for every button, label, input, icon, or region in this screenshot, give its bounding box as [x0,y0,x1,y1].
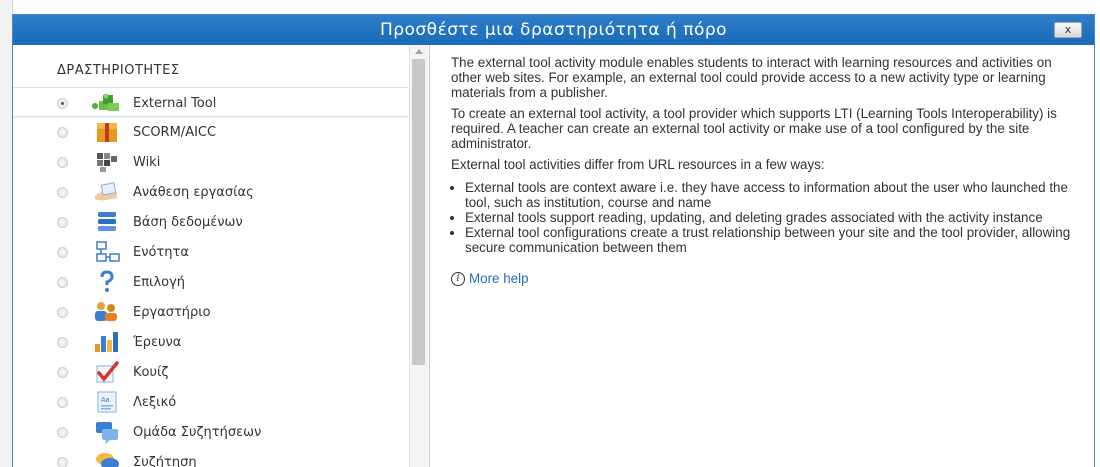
option-label: External Tool [133,96,217,111]
radio-button[interactable] [57,397,68,408]
scroll-up-icon[interactable] [415,49,423,54]
option-workshop[interactable]: Εργαστήριο [13,297,408,327]
activities-heading: ΔΡΑΣΤΗΡΙΟΤΗΤΕΣ [57,63,180,78]
option-glossary[interactable]: Aa Λεξικό [13,387,408,417]
radio-button[interactable] [57,127,68,138]
radio-button[interactable] [57,367,68,378]
description-paragraph: External tool activities differ from URL… [451,157,825,172]
radio-button[interactable] [57,98,68,109]
option-label: Επιλογή [133,275,186,290]
bullet-item: External tools support reading, updating… [465,210,1079,225]
radio-button[interactable] [57,217,68,228]
option-database[interactable]: Βάση δεδομένων [13,207,408,237]
option-label: Λεξικό [133,395,177,410]
option-label: Βάση δεδομένων [133,215,243,230]
option-lesson[interactable]: Ενότητα [13,237,408,267]
option-label: Ενότητα [133,245,189,260]
activity-chooser-list: ΔΡΑΣΤΗΡΙΟΤΗΤΕΣ External Tool SCORM/AICC … [13,45,430,467]
option-label: Wiki [133,155,161,170]
option-label: Κουίζ [133,365,169,380]
radio-button[interactable] [57,457,68,467]
close-button[interactable]: x [1054,22,1082,38]
database-icon [98,212,116,231]
radio-button[interactable] [57,307,68,318]
add-activity-dialog: Προσθέστε μια δραστηριότητα ή πόρο x ΔΡΑ… [12,14,1095,467]
dialog-title: Προσθέστε μια δραστηριότητα ή πόρο [379,20,728,40]
svg-text:Aa: Aa [101,397,110,404]
option-quiz[interactable]: Κουίζ [13,357,408,387]
more-help-link[interactable]: i More help [451,271,1079,286]
option-label: Εργαστήριο [133,305,211,320]
info-icon: i [451,271,465,286]
radio-button[interactable] [57,187,68,198]
choice-icon [100,270,114,292]
workshop-icon [95,302,117,321]
activity-options: External Tool SCORM/AICC Wiki Ανάθεση ερ… [13,87,408,467]
option-survey[interactable]: Έρευνα [13,327,408,357]
bullet-item: External tools are context aware i.e. th… [465,180,1079,210]
scrollbar-thumb[interactable] [412,59,425,365]
option-label: SCORM/AICC [133,125,217,140]
radio-button[interactable] [57,247,68,258]
description-paragraph: To create an external tool activity, a t… [451,106,1057,151]
radio-button[interactable] [57,337,68,348]
description-paragraph: The external tool activity module enable… [451,55,1052,100]
radio-button[interactable] [57,157,68,168]
quiz-icon [96,361,119,383]
lesson-icon [96,241,120,262]
list-scrollbar[interactable] [409,45,428,467]
survey-icon [95,332,118,352]
option-external-tool[interactable]: External Tool [13,87,408,117]
option-chat[interactable]: Συζήτηση [13,447,408,467]
scorm-package-icon [97,123,117,142]
radio-button[interactable] [57,427,68,438]
forum-icon [96,422,118,444]
option-scorm[interactable]: SCORM/AICC [13,117,408,147]
option-label: Συζήτηση [133,455,197,467]
option-label: Έρευνα [133,335,182,350]
option-forum[interactable]: Ομάδα Συζητήσεων [13,417,408,447]
option-label: Ανάθεση εργασίας [133,185,254,200]
bullet-item: External tool configurations create a tr… [465,225,1079,255]
assignment-icon [95,182,117,201]
activity-description: The external tool activity module enable… [439,45,1079,467]
option-assignment[interactable]: Ανάθεση εργασίας [13,177,408,207]
description-bullets: External tools are context aware i.e. th… [439,180,1079,255]
radio-button[interactable] [57,277,68,288]
glossary-icon: Aa [97,391,117,413]
external-tool-icon [92,93,119,111]
chat-icon [96,453,119,467]
dialog-titlebar: Προσθέστε μια δραστηριότητα ή πόρο x [13,15,1094,45]
option-wiki[interactable]: Wiki [13,147,408,177]
wiki-icon [97,153,117,172]
option-label: Ομάδα Συζητήσεων [133,425,262,440]
option-choice[interactable]: Επιλογή [13,267,408,297]
more-help-label[interactable]: More help [469,271,529,286]
